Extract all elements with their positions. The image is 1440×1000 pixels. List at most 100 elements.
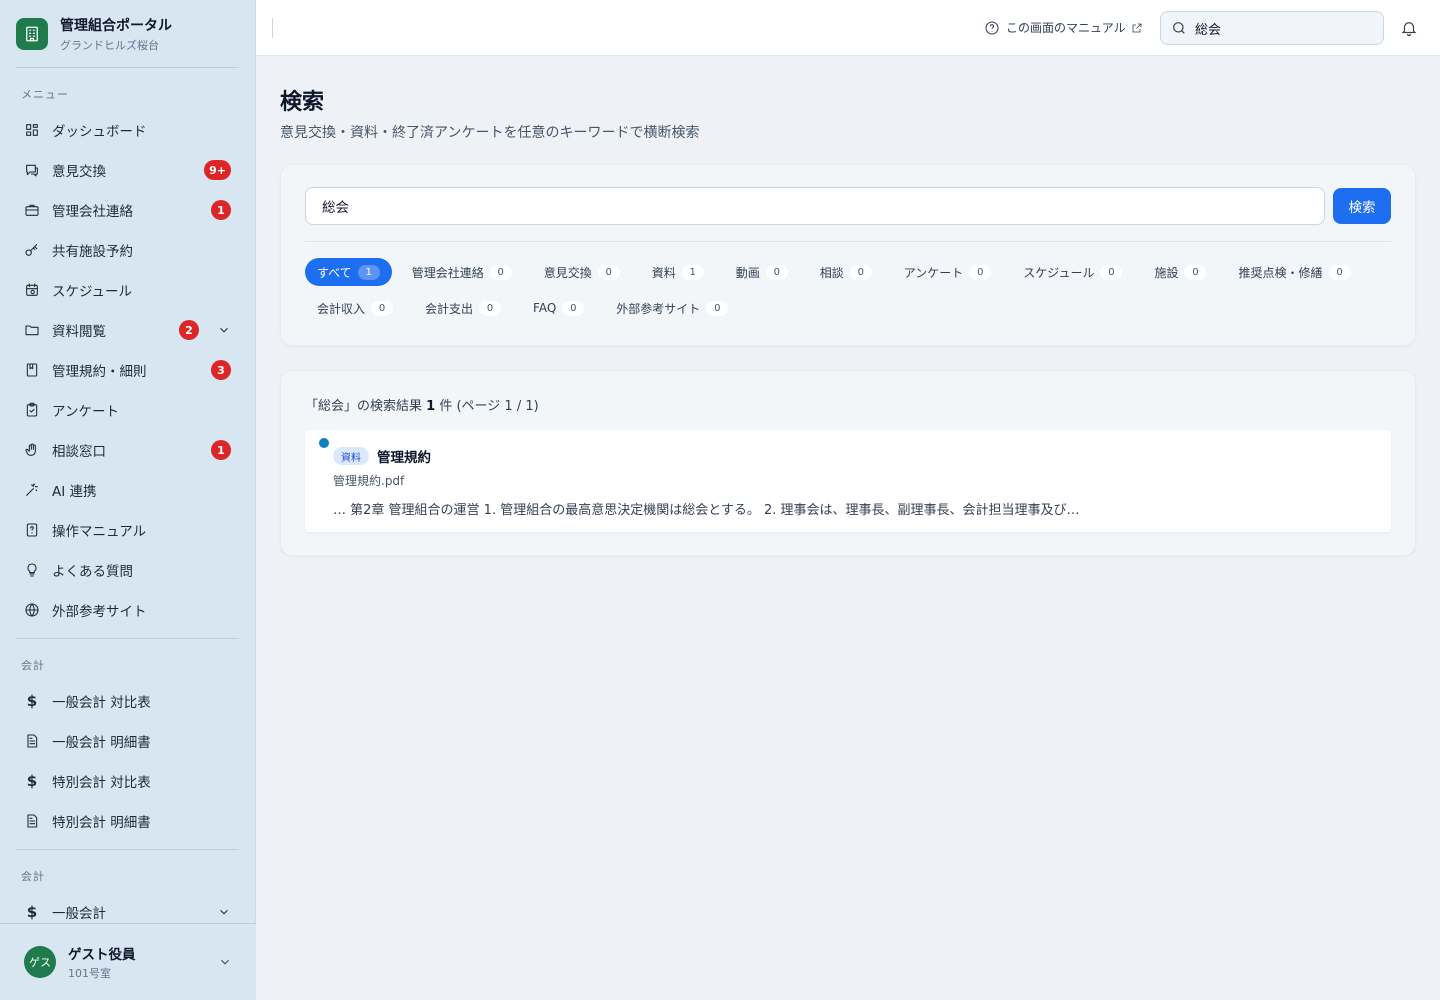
chip-count: 1	[357, 264, 380, 280]
filter-chip-all[interactable]: すべて 1	[305, 258, 392, 286]
sidebar-item-facility-booking[interactable]: 共有施設予約	[0, 230, 255, 270]
chevron-down-icon[interactable]	[218, 955, 232, 969]
sidebar-item-documents[interactable]: 資料閲覧 2	[0, 310, 255, 350]
search-divider	[305, 241, 1391, 242]
notification-badge: 2	[179, 320, 199, 340]
sidebar-item-label: 意見交換	[52, 164, 106, 180]
chip-count: 0	[706, 300, 729, 316]
chip-label: 動画	[735, 265, 760, 280]
filter-chip-facilities[interactable]: 施設 0	[1142, 258, 1218, 286]
brand-title: 管理組合ポータル	[60, 17, 172, 34]
user-name: ゲスト役員	[68, 947, 136, 963]
notification-badge: 9+	[204, 160, 231, 180]
sidebar-item-general-comparison[interactable]: $ 一般会計 対比表	[0, 681, 255, 721]
filter-chip-income[interactable]: 会計収入 0	[305, 294, 405, 322]
manual-icon	[24, 522, 40, 538]
filter-chip-opinions[interactable]: 意見交換 0	[532, 258, 632, 286]
chevron-down-icon[interactable]	[217, 905, 231, 919]
result-category-tag: 資料	[333, 447, 369, 465]
chip-label: アンケート	[903, 265, 964, 280]
chip-count: 0	[479, 300, 502, 316]
sidebar-item-label: スケジュール	[52, 284, 133, 300]
brand[interactable]: 管理組合ポータル グランドヒルズ桜台	[16, 0, 239, 68]
sidebar-divider	[16, 849, 239, 850]
folder-icon	[24, 322, 40, 338]
sidebar-item-label: よくある質問	[52, 564, 133, 580]
clipboard-icon	[24, 402, 40, 418]
result-item[interactable]: 資料 管理規約 管理規約.pdf … 第2章 管理組合の運営 1. 管理組合の最…	[305, 430, 1391, 532]
sidebar-item-management-contact[interactable]: 管理会社連絡 1	[0, 190, 255, 230]
filter-chip-documents[interactable]: 資料 1	[640, 258, 716, 286]
sidebar-item-label: 一般会計	[52, 906, 106, 922]
chip-count: 0	[489, 264, 512, 280]
sidebar-item-faq[interactable]: よくある質問	[0, 550, 255, 590]
sidebar-item-manual[interactable]: 操作マニュアル	[0, 510, 255, 550]
global-search-input[interactable]	[1195, 20, 1365, 36]
menu-section-label: メニュー	[21, 88, 69, 101]
unread-dot	[319, 438, 329, 448]
user-menu[interactable]: ゲス ゲスト役員 101号室	[0, 923, 256, 1000]
page-title: 検索	[280, 90, 325, 115]
chip-count: 0	[1184, 264, 1207, 280]
sidebar-item-survey[interactable]: アンケート	[0, 390, 255, 430]
filter-chip-videos[interactable]: 動画 0	[724, 258, 800, 286]
result-title[interactable]: 管理規約	[377, 446, 431, 466]
sidebar-item-bylaws[interactable]: 管理規約・細則 3	[0, 350, 255, 390]
dashboard-icon	[24, 122, 40, 138]
sidebar-item-special-comparison[interactable]: $ 特別会計 対比表	[0, 761, 255, 801]
sidebar-item-dashboard[interactable]: ダッシュボード	[0, 110, 255, 150]
chip-label: 資料	[651, 265, 676, 280]
filter-chip-schedule[interactable]: スケジュール 0	[1011, 258, 1134, 286]
dollar-icon: $	[26, 772, 38, 790]
screen-manual-link[interactable]: この画面のマニュアル	[984, 19, 1143, 36]
filter-chip-external-sites[interactable]: 外部参考サイト 0	[604, 294, 740, 322]
accounting-section-label: 会計	[21, 659, 45, 672]
document-icon	[24, 733, 40, 749]
chip-label: 外部参考サイト	[616, 301, 701, 316]
sidebar-item-label: AI 連携	[52, 484, 97, 500]
chevron-down-icon[interactable]	[217, 323, 231, 337]
sidebar-item-label: アンケート	[52, 404, 119, 420]
summary-prefix: 「総会」の検索結果	[305, 399, 423, 414]
notification-badge: 1	[211, 440, 231, 460]
search-button[interactable]: 検索	[1333, 188, 1391, 224]
sidebar-item-opinions[interactable]: 意見交換 9+	[0, 150, 255, 190]
results-panel: 「総会」の検索結果 1 件 (ページ 1 / 1) 資料 管理規約 管理規約.p…	[280, 370, 1416, 556]
document-icon	[24, 813, 40, 829]
chip-label: 管理会社連絡	[411, 265, 484, 280]
user-room: 101号室	[68, 967, 111, 980]
sidebar-item-general-statement[interactable]: 一般会計 明細書	[0, 721, 255, 761]
sidebar-item-label: 特別会計 対比表	[52, 775, 151, 791]
filter-chips: すべて 1 管理会社連絡 0 意見交換 0 資料 1 動画 0 相談 0 アンケート 0 スケ…	[305, 258, 1393, 330]
chip-count: 0	[597, 264, 620, 280]
lightbulb-icon	[24, 562, 40, 578]
sidebar-item-ai[interactable]: AI 連携	[0, 470, 255, 510]
sidebar-item-label: 一般会計 明細書	[52, 735, 151, 751]
result-summary: 「総会」の検索結果 1 件 (ページ 1 / 1)	[305, 395, 1391, 414]
filter-chip-consultation[interactable]: 相談 0	[808, 258, 884, 286]
bell-icon[interactable]	[1400, 19, 1418, 37]
chat-icon	[24, 162, 40, 178]
filter-chip-expense[interactable]: 会計支出 0	[413, 294, 513, 322]
chip-label: 会計支出	[425, 301, 474, 316]
chip-count: 1	[681, 264, 704, 280]
sidebar-item-consultation[interactable]: 相談窓口 1	[0, 430, 255, 470]
filter-chip-survey[interactable]: アンケート 0	[892, 258, 1004, 286]
notification-badge: 1	[211, 200, 231, 220]
global-search[interactable]	[1160, 11, 1384, 45]
filter-chip-inspection[interactable]: 推奨点検・修繕 0	[1226, 258, 1362, 286]
filter-chip-management-contact[interactable]: 管理会社連絡 0	[400, 258, 524, 286]
filter-chip-faq[interactable]: FAQ 0	[521, 294, 596, 322]
chip-label: 相談	[819, 265, 844, 280]
sidebar-item-label: 相談窓口	[52, 444, 106, 460]
avatar: ゲス	[24, 946, 56, 978]
chip-count: 0	[849, 264, 872, 280]
chip-label: 会計収入	[317, 301, 366, 316]
sparkle-icon	[24, 482, 40, 498]
sidebar-item-special-statement[interactable]: 特別会計 明細書	[0, 801, 255, 841]
sidebar-item-external-sites[interactable]: 外部参考サイト	[0, 590, 255, 630]
sidebar-item-label: 管理規約・細則	[52, 364, 147, 380]
search-input[interactable]	[305, 187, 1325, 225]
search-icon	[1173, 22, 1185, 34]
sidebar-item-schedule[interactable]: スケジュール	[0, 270, 255, 310]
